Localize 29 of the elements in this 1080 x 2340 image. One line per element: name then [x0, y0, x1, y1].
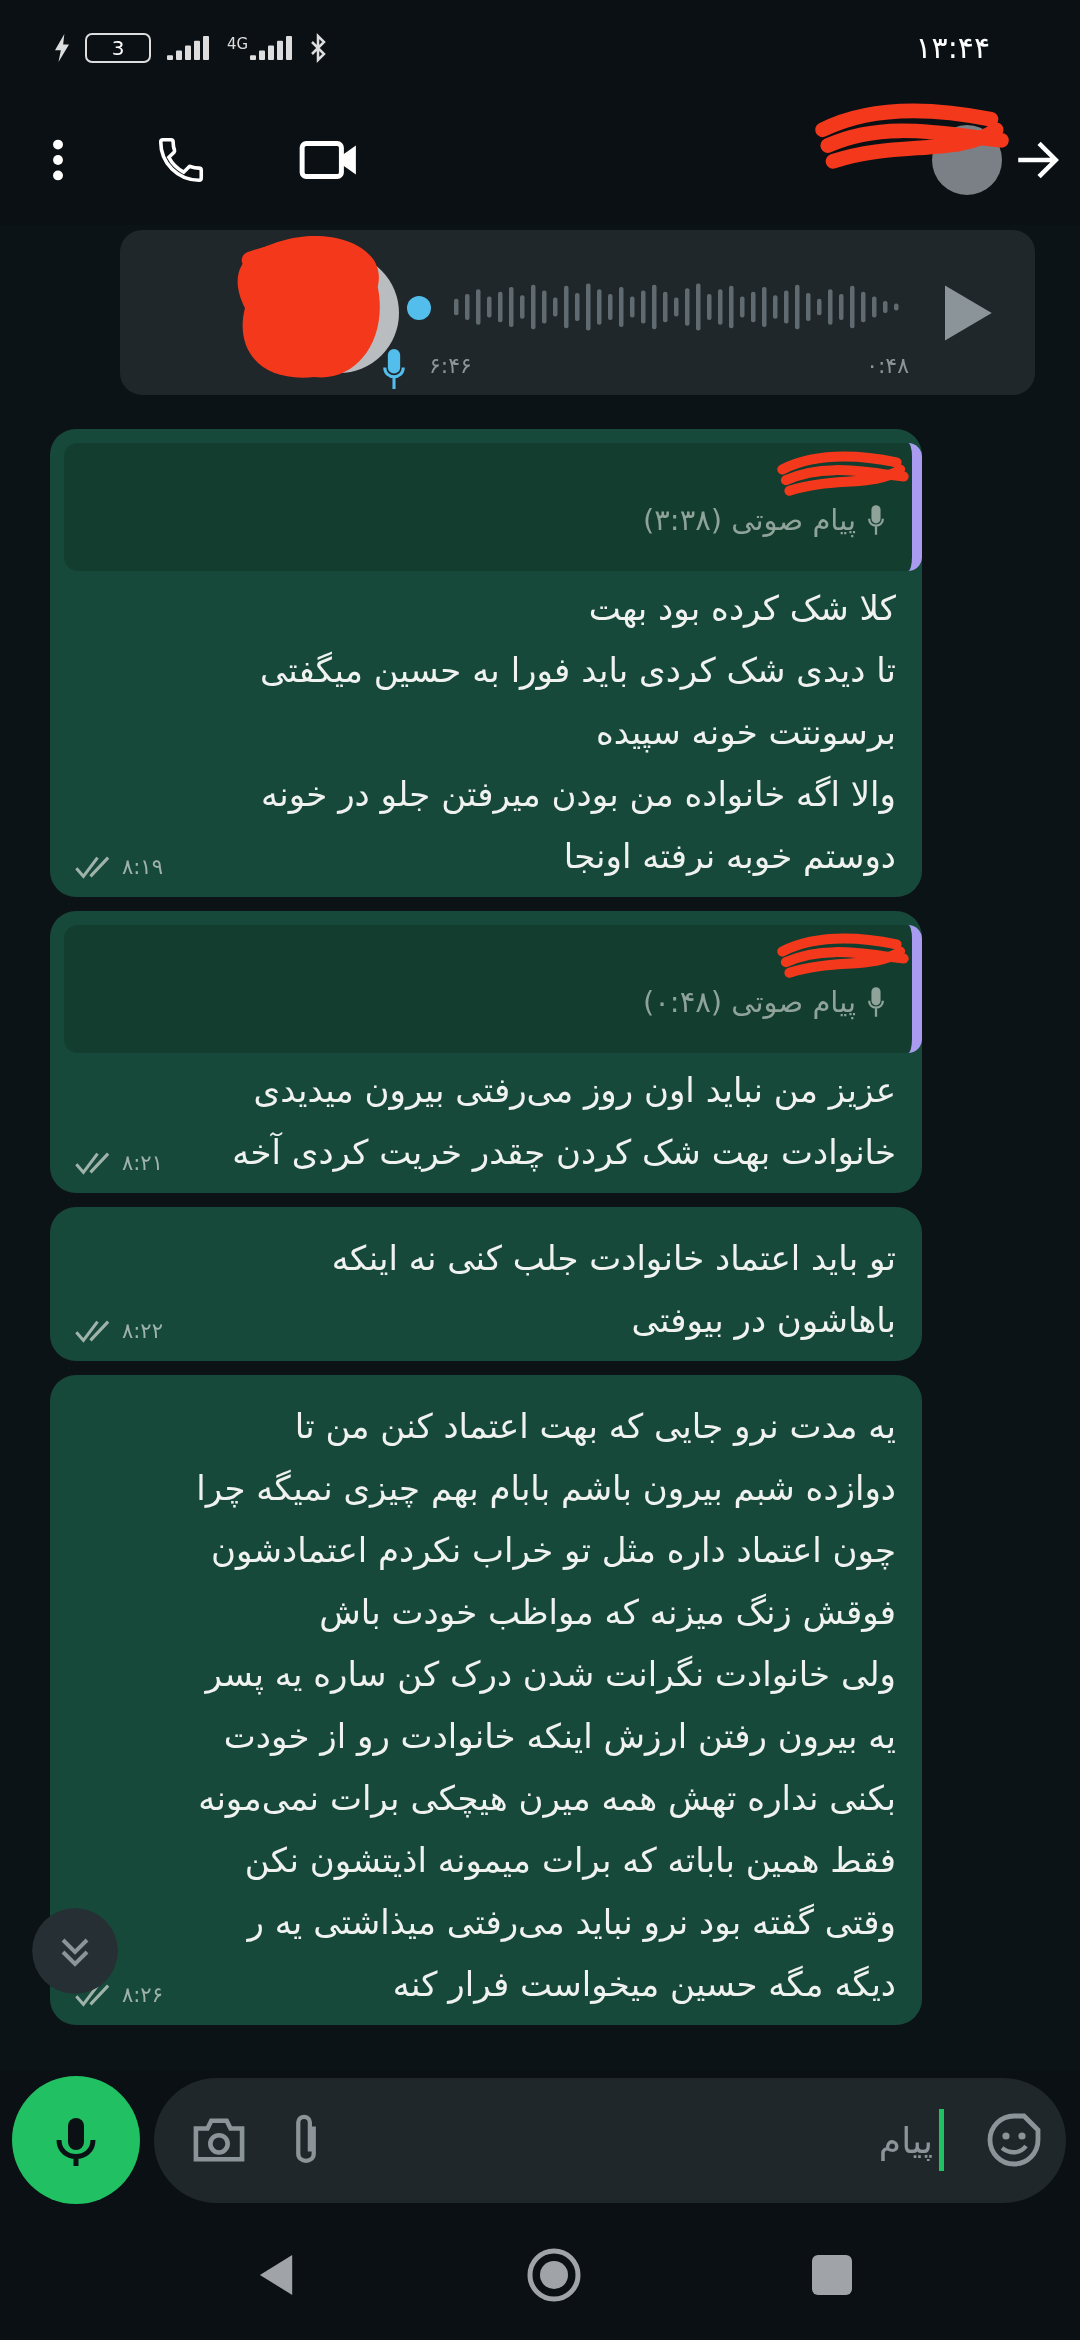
signal-icon [250, 34, 295, 61]
message-text: تو باید اعتماد خانوادت جلب کنی نه اینکه باهاشون در بیوفتی [331, 1237, 897, 1342]
text-cursor [939, 2109, 944, 2171]
microphone-icon [868, 987, 884, 1017]
quoted-message[interactable]: پیام صوتی (۰:۴۸) [64, 925, 922, 1053]
microphone-icon[interactable] [12, 2076, 140, 2204]
network-type: 4G [227, 34, 249, 53]
voice-duration: ۰:۴۸ [866, 353, 909, 378]
bluetooth-icon [310, 32, 327, 63]
playback-thumb[interactable] [407, 296, 431, 320]
microphone-icon [383, 348, 405, 389]
message-time: ۸:۱۹ [122, 855, 163, 879]
quote-label: پیام صوتی (۳:۳۸) [642, 503, 856, 537]
message-text: کلا شک کرده بود بهت تا دیدی شک کردی باید فورا به حسین میگفتی برسونتت خونه سپیده والا اگه خانواده من بودن میرفتن جلو در خونه دوستم خوبه نرفته اونجا [260, 587, 897, 878]
scroll-down-icon[interactable] [32, 1908, 118, 1994]
message-time: ۸:۲۲ [122, 1319, 163, 1343]
message-text: عزیز من نباید اون روز می‌رفتی بیرون میدیدی خانوادت بهت شک کردن چقدر خریت کردی آخه [232, 1069, 897, 1174]
quoted-message[interactable]: پیام صوتی (۳:۳۸) [64, 443, 922, 571]
home-icon[interactable] [526, 2247, 582, 2303]
message-time: ۸:۲۶ [122, 1983, 163, 2007]
message-time: ۶:۴۶ [429, 353, 472, 378]
battery-percent: 3 [111, 35, 125, 60]
microphone-icon [868, 505, 884, 535]
status-time: ۱۳:۴۴ [915, 30, 990, 65]
more-options-icon[interactable] [52, 138, 64, 182]
message-time: ۸:۲۱ [122, 1151, 163, 1175]
quote-label: پیام صوتی (۰:۴۸) [642, 985, 856, 1019]
signal-icon [167, 34, 211, 61]
message-text: یه مدت نرو جایی که بهت اعتماد کنن من تا دوازده شبم بیرون باشم بابام بهم چیزی نمیگه چرا چون اعتماد داره مثل تو خراب نکردم اعتمادشون فوقش زنگ میزنه که مواظب خودت باش ولی خانوادت نگرانت شدن درک کن ساره یه پسر یه بیرون رفتن ارزش اینکه خانوادت رو از خودت بکنی نداره تهش همه میرن هیچکی برات نمی‌مونه فقط همین باباته که برات میمونه اذیتشون نکن وقتی گفته بود نرو نباید می‌رفتی میذاشتی یه ر دیگه مگه حسین میخواست فرار کنه [196, 1405, 897, 2006]
